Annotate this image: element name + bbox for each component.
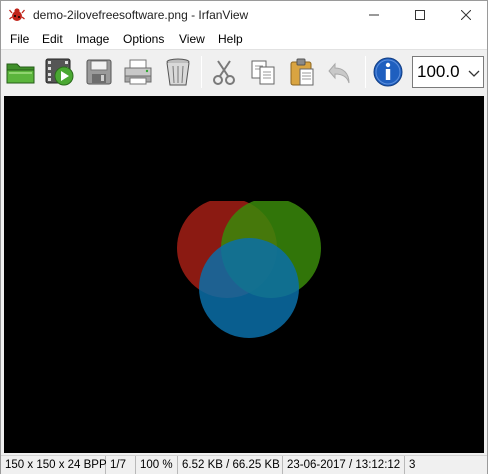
open-button[interactable] (4, 55, 38, 89)
status-index: 1/7 (106, 456, 136, 474)
status-filesize: 6.52 KB / 66.25 KB (178, 456, 283, 474)
displayed-image (174, 198, 324, 351)
info-button[interactable] (371, 55, 405, 89)
delete-icon (164, 57, 192, 87)
save-icon (85, 58, 113, 86)
slideshow-button[interactable] (43, 55, 77, 89)
close-button[interactable] (443, 1, 488, 29)
maximize-button[interactable] (397, 1, 443, 29)
delete-button[interactable] (161, 55, 195, 89)
title-bar: demo-2ilovefreesoftware.png - IrfanView (1, 1, 487, 29)
zoom-select[interactable]: 100.0 (412, 56, 484, 88)
save-button[interactable] (82, 55, 116, 89)
window-title: demo-2ilovefreesoftware.png - IrfanView (33, 8, 249, 22)
menu-edit[interactable]: Edit (42, 32, 63, 46)
menu-bar: File Edit Image Options View Help (1, 29, 487, 49)
status-zoom: 100 % (136, 456, 178, 474)
blue-circle (199, 238, 299, 338)
toolbar-separator (201, 56, 202, 88)
menu-options[interactable]: Options (123, 32, 164, 46)
menu-image[interactable]: Image (76, 32, 109, 46)
open-icon (5, 58, 37, 86)
irfanview-window: demo-2ilovefreesoftware.png - IrfanView … (0, 0, 488, 474)
cut-icon (210, 58, 238, 86)
paste-icon (288, 57, 316, 87)
print-button[interactable] (121, 55, 155, 89)
irfanview-app-icon[interactable] (9, 7, 25, 23)
menu-help[interactable]: Help (218, 32, 243, 46)
status-datetime: 23-06-2017 / 13:12:12 (283, 456, 405, 474)
menu-view[interactable]: View (179, 32, 205, 46)
slideshow-icon (44, 57, 76, 87)
menu-file[interactable]: File (10, 32, 29, 46)
cut-button[interactable] (207, 55, 241, 89)
minimize-button[interactable] (351, 1, 397, 29)
maximize-icon (415, 10, 425, 20)
toolbar-separator (365, 56, 366, 88)
toolbar: 100.0 (1, 49, 487, 95)
minimize-icon (369, 10, 379, 20)
close-icon (461, 10, 471, 20)
status-extra: 3 (409, 459, 416, 471)
zoom-value: 100.0 (417, 62, 460, 81)
status-bar: 150 x 150 x 24 BPP 1/7 100 % 6.52 KB / 6… (1, 455, 487, 474)
status-dimensions: 150 x 150 x 24 BPP (1, 456, 107, 474)
undo-icon (327, 58, 355, 86)
copy-button[interactable] (246, 55, 280, 89)
image-canvas[interactable] (4, 96, 484, 453)
print-icon (122, 58, 154, 86)
paste-button[interactable] (285, 55, 319, 89)
copy-icon (249, 58, 277, 86)
chevron-down-icon (468, 68, 480, 78)
info-icon (372, 56, 404, 88)
undo-button[interactable] (324, 55, 358, 89)
